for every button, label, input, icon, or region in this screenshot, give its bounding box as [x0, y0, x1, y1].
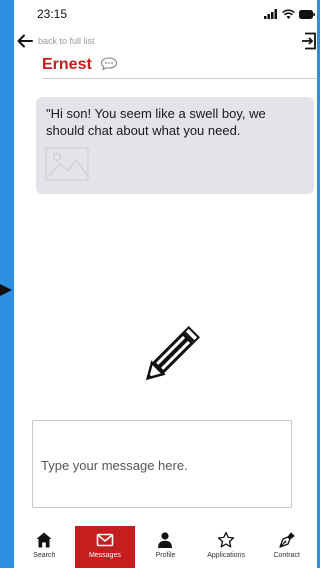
battery-icon [299, 9, 315, 19]
tab-messages[interactable]: Messages [74, 526, 136, 568]
tab-contract[interactable]: Contract [256, 526, 317, 568]
side-arrow-indicator [0, 284, 12, 296]
person-icon [158, 532, 173, 548]
tab-messages-label: Messages [88, 552, 121, 559]
back-to-full-list-link[interactable]: back to full list [38, 36, 95, 46]
status-time: 23:15 [37, 7, 68, 21]
message-text: "Hi son! You seem like a swell boy, we s… [46, 106, 266, 138]
tab-search-label: Search [33, 552, 56, 559]
home-icon [36, 532, 52, 548]
tab-applications-label: Applications [207, 552, 245, 559]
tab-contract-label: Contract [273, 552, 300, 559]
contact-header: Ernest [42, 54, 317, 79]
exit-icon[interactable] [301, 32, 317, 50]
wifi-icon [282, 9, 295, 19]
bottom-tab-bar: Search Messages Profile Applications Con… [14, 526, 317, 568]
chat-bubble-icon[interactable] [100, 56, 118, 72]
message-input[interactable] [39, 453, 283, 477]
tab-profile-label: Profile [155, 552, 176, 559]
tab-search[interactable]: Search [14, 526, 75, 568]
signal-icon [264, 9, 277, 19]
envelope-icon [96, 533, 114, 547]
status-bar: 23:15 [14, 0, 317, 26]
contact-name: Ernest [42, 56, 92, 73]
star-icon [217, 531, 235, 548]
message-bubble: "Hi son! You seem like a swell boy, we s… [36, 97, 314, 194]
phone-screen: 23:15 back to full list Ernest "Hi son! … [14, 0, 317, 568]
back-row: back to full list [14, 32, 317, 50]
image-placeholder-icon[interactable] [45, 147, 89, 181]
tab-applications[interactable]: Applications [196, 526, 257, 568]
pen-nib-icon [279, 532, 295, 548]
message-composer[interactable] [32, 420, 292, 508]
pencil-icon[interactable] [130, 314, 212, 396]
back-arrow-icon[interactable] [16, 32, 34, 50]
status-icons [264, 8, 315, 20]
tab-profile[interactable]: Profile [135, 526, 196, 568]
